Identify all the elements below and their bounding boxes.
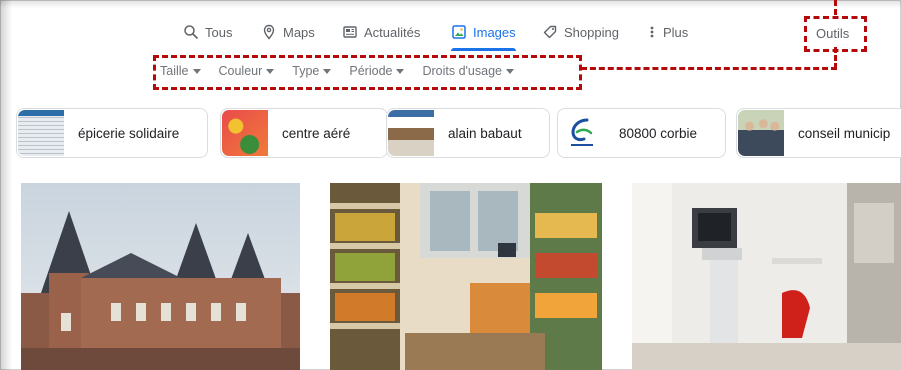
chip-80800-corbie[interactable]: 80800 corbie <box>557 108 726 158</box>
castle-photo <box>21 183 300 370</box>
filter-label: Taille <box>160 64 189 78</box>
caret-down-icon <box>323 68 332 74</box>
tools-button[interactable]: Outils <box>812 22 853 44</box>
tab-label: Shopping <box>564 24 619 40</box>
more-vert-icon <box>647 24 657 40</box>
tab-label: Tous <box>205 24 233 40</box>
kiosk-photo <box>632 183 901 370</box>
filter-label: Couleur <box>218 64 263 78</box>
search-tabs: Tous Maps Actualités Images Shopping Plu… <box>0 14 901 51</box>
tab-label: Plus <box>663 24 689 40</box>
filter-label: Type <box>292 64 320 78</box>
chip-label: alain babaut <box>448 125 522 141</box>
filter-color[interactable]: Couleur <box>219 64 275 78</box>
grocery-photo <box>330 183 602 370</box>
chip-thumbnail <box>222 110 268 156</box>
filter-usage-rights[interactable]: Droits d'usage <box>422 64 514 78</box>
top-shadow <box>0 0 901 8</box>
caret-down-icon <box>396 68 405 74</box>
left-shadow <box>0 0 12 370</box>
tag-icon <box>542 24 558 40</box>
tab-shopping[interactable]: Shopping <box>542 14 619 50</box>
filter-size[interactable]: Taille <box>160 64 201 78</box>
filter-bar: Taille Couleur Type Période Droits d'usa… <box>160 60 532 82</box>
image-result-castle[interactable] <box>21 183 300 370</box>
tab-news[interactable]: Actualités <box>342 14 420 50</box>
chip-thumbnail <box>559 110 605 156</box>
filter-period[interactable]: Période <box>349 64 405 78</box>
filter-type[interactable]: Type <box>292 64 332 78</box>
tab-label: Images <box>473 24 516 40</box>
news-icon <box>342 24 358 40</box>
chip-label: conseil municip <box>798 125 891 141</box>
chip-label: 80800 corbie <box>619 125 698 141</box>
chip-centre-aere[interactable]: centre aéré <box>220 108 388 158</box>
chip-conseil-municipal[interactable]: conseil municip <box>736 108 901 158</box>
tools-label: Outils <box>816 25 850 41</box>
image-result-grocery[interactable] <box>330 183 602 370</box>
map-pin-icon <box>261 24 277 40</box>
image-result-kiosk[interactable] <box>632 183 901 370</box>
tab-maps[interactable]: Maps <box>261 14 315 50</box>
tab-all[interactable]: Tous <box>183 14 232 50</box>
chip-epicerie-solidaire[interactable]: épicerie solidaire <box>16 108 208 158</box>
image-icon <box>451 24 467 40</box>
caret-down-icon <box>266 68 275 74</box>
chip-label: centre aéré <box>282 125 351 141</box>
caret-down-icon <box>192 68 201 74</box>
chip-label: épicerie solidaire <box>78 125 180 141</box>
chip-alain-babaut[interactable]: alain babaut <box>386 108 550 158</box>
search-icon <box>183 24 199 40</box>
tab-label: Actualités <box>364 24 421 40</box>
chip-thumbnail <box>738 110 784 156</box>
filter-label: Droits d'usage <box>422 64 502 78</box>
caret-down-icon <box>506 68 514 74</box>
chip-thumbnail <box>388 110 434 156</box>
chip-thumbnail <box>18 110 64 156</box>
filter-label: Période <box>349 64 393 78</box>
related-searches: épicerie solidaire centre aéré alain bab… <box>16 108 901 158</box>
tab-label: Maps <box>283 24 315 40</box>
tab-images[interactable]: Images <box>451 14 516 51</box>
tab-more[interactable]: Plus <box>647 14 688 50</box>
